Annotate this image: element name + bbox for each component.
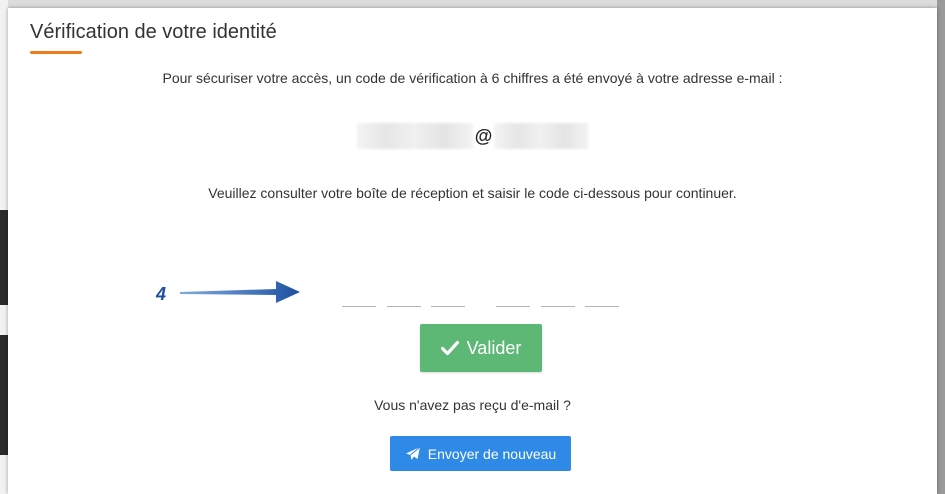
email-at-sign: @	[474, 125, 493, 146]
verification-dialog: Vérification de votre identité Pour sécu…	[8, 8, 937, 494]
resend-button[interactable]: Envoyer de nouveau	[390, 436, 571, 471]
not-received-text: Vous n'avez pas reçu d'e-mail ?	[374, 397, 571, 413]
code-digit-4[interactable]	[496, 286, 530, 307]
background-page-dark-strip	[0, 210, 8, 305]
dialog-title: Vérification de votre identité	[30, 21, 277, 43]
resend-button-label: Envoyer de nouveau	[427, 445, 557, 462]
code-input-group	[8, 286, 937, 307]
instruction-text: Veuillez consulter votre boîte de récept…	[208, 185, 737, 201]
check-icon	[440, 340, 459, 356]
background-page-top	[0, 0, 945, 8]
email-domain-redacted	[494, 123, 589, 149]
code-digit-1[interactable]	[342, 286, 376, 307]
email-local-part-redacted	[356, 123, 473, 149]
paper-plane-icon	[405, 446, 421, 462]
valider-button-label: Valider	[466, 337, 522, 358]
code-digit-6[interactable]	[585, 286, 619, 307]
title-underline	[30, 51, 82, 54]
background-page-right	[937, 0, 945, 494]
code-digit-2[interactable]	[387, 286, 421, 307]
code-digit-5[interactable]	[541, 286, 575, 307]
code-digit-3[interactable]	[431, 286, 465, 307]
intro-text: Pour sécuriser votre accès, un code de v…	[162, 70, 783, 86]
email-address: @	[8, 122, 937, 150]
background-page-dark-strip	[0, 335, 8, 455]
valider-button[interactable]: Valider	[420, 324, 542, 372]
